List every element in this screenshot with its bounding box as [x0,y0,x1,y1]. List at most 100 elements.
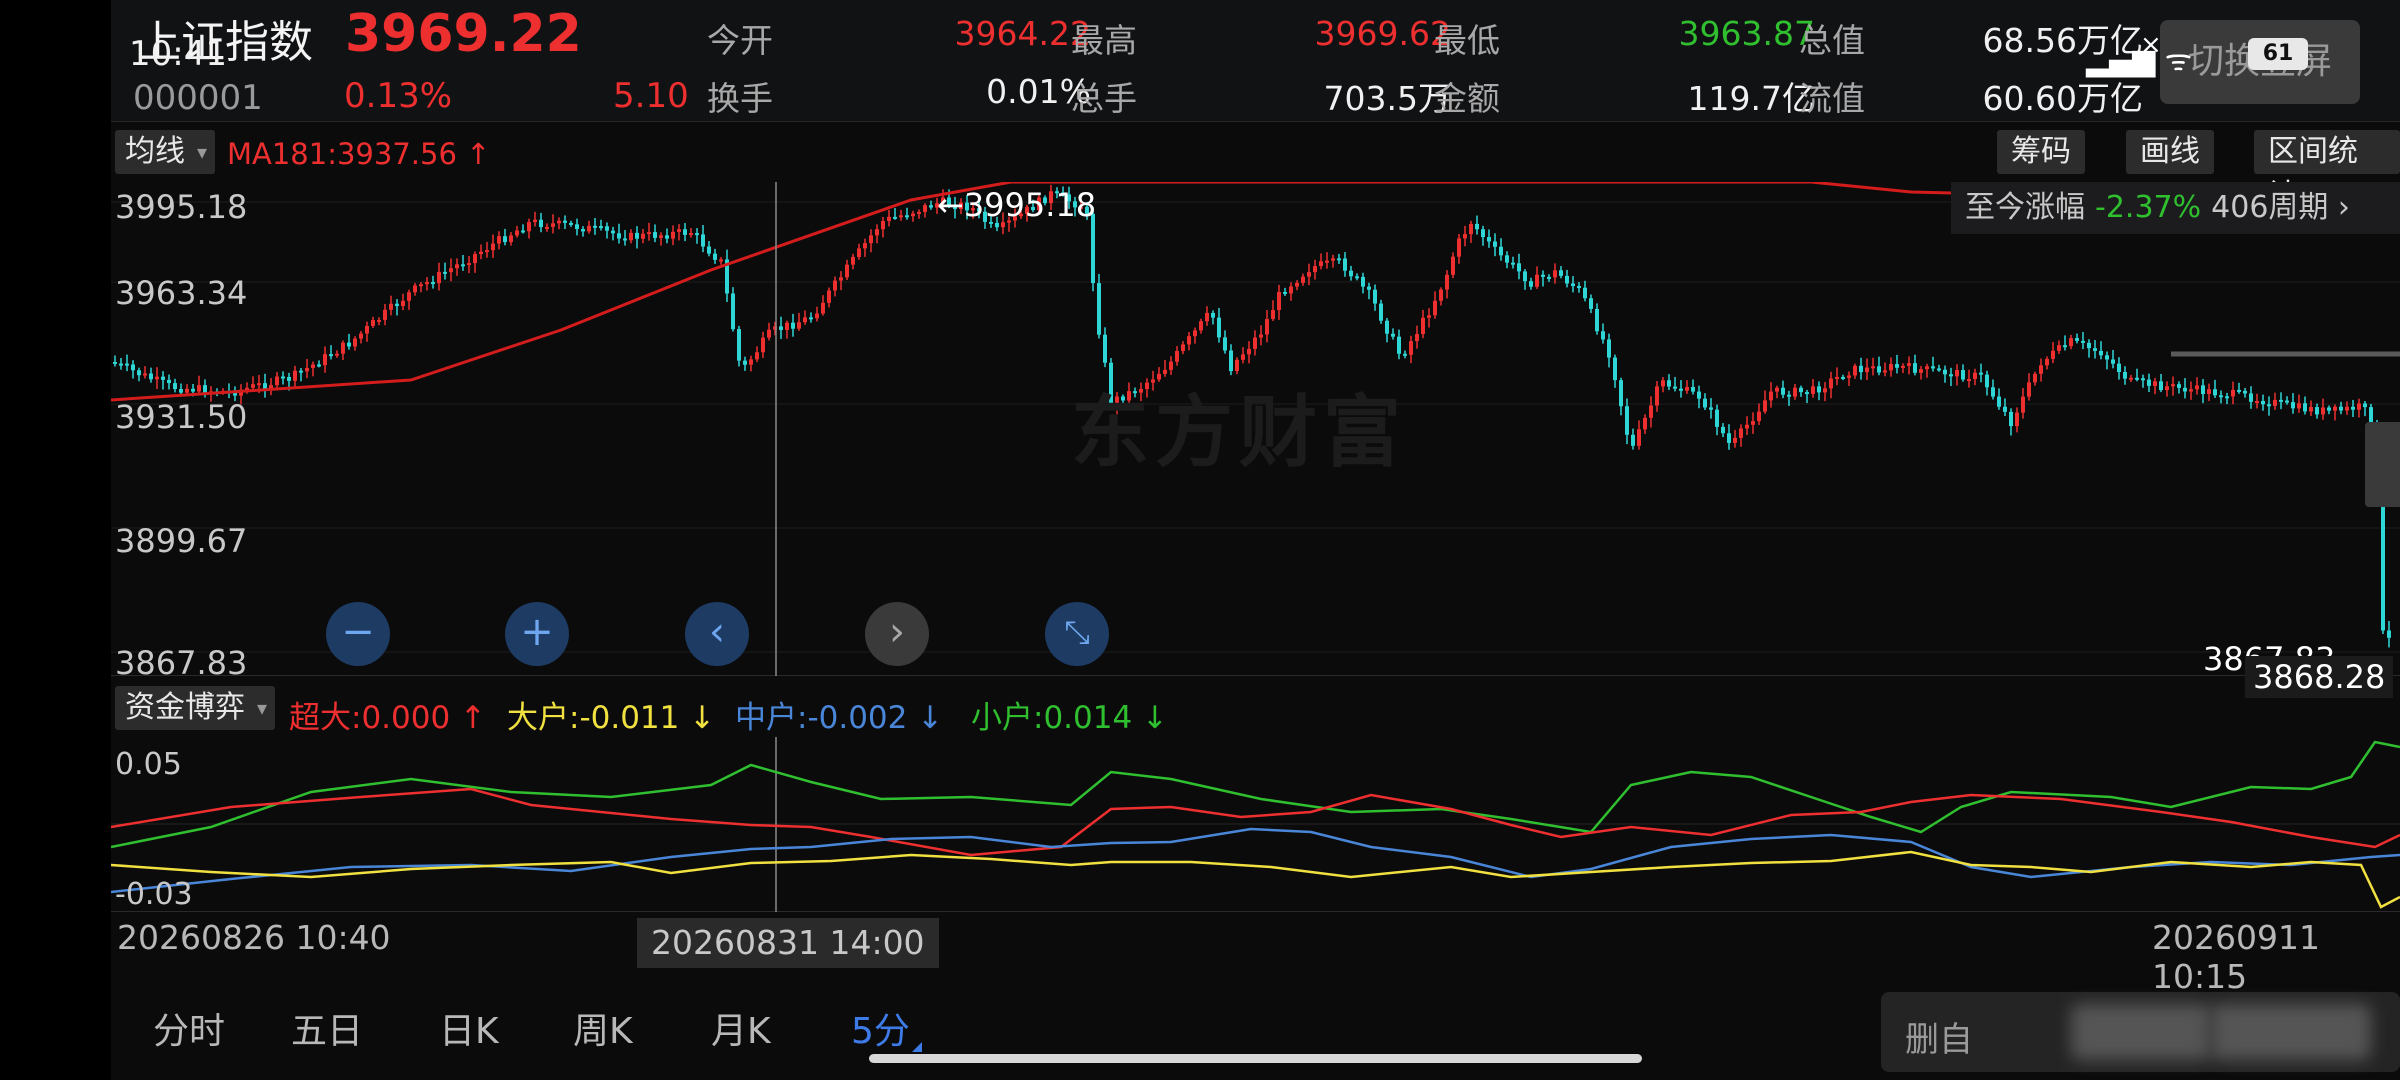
candle-body [1169,361,1173,370]
indicator-select-button[interactable]: 资金博弈 [115,686,275,730]
candle-body [1769,391,1773,401]
candle-body [1673,386,1677,389]
candle-body [659,235,663,238]
indicator-label-medium: 中户:-0.002 ↓ [735,700,944,736]
candle-body [1307,272,1311,277]
candle-body [1535,274,1539,287]
candle-body [1979,372,1983,375]
candle-body [1595,308,1599,332]
candle-body [401,300,405,307]
candle-body [2147,379,2151,386]
home-indicator[interactable] [869,1054,1642,1063]
candle-body [863,243,867,249]
candle-body [665,235,669,239]
candle-body [2141,378,2145,381]
candle-body [2183,387,2187,392]
scroll-right-button[interactable]: › [865,602,929,666]
quote-label-high: 最高 [1071,21,1137,60]
candlestick-chart[interactable]: 东方财富 3995.18 3963.34 3931.50 3899.67 386… [110,180,2400,698]
candle-body [683,229,687,235]
chips-button[interactable]: 筹码 [1997,130,2085,174]
candle-body [251,384,255,388]
candle-body [1427,315,1431,318]
candle-body [1859,365,1863,373]
max-price-annotation: ←3995.18 [937,186,1097,224]
candle-body [1205,312,1209,322]
zoom-in-button[interactable]: + [505,602,569,666]
candle-body [167,379,171,384]
candle-body [1679,388,1683,391]
ma-select-button[interactable]: 均线 [115,130,215,174]
candle-body [1589,298,1593,309]
candle-body [1181,344,1185,351]
candle-body [1403,353,1407,356]
candle-body [797,322,801,329]
draw-line-button[interactable]: 画线 [2126,130,2214,174]
candle-body [383,309,387,320]
candle-body [1877,366,1881,373]
candle-body [467,263,471,266]
candle-body [125,363,129,366]
candle-body [425,282,429,285]
range-change-box[interactable]: 至今涨幅 -2.37% 406周期 › [1951,182,2400,234]
candle-body [923,205,927,212]
candle-body [479,251,483,255]
range-stats-button[interactable]: 区间统计 [2254,130,2400,213]
candle-body [1559,270,1563,276]
candle-body [635,232,639,239]
candle-body [2189,389,2193,392]
scroll-left-button[interactable]: ‹ [685,602,749,666]
candle-body [197,385,201,392]
candle-body [1919,369,1923,373]
candle-body [161,376,165,380]
tab-daily-k[interactable]: 日K [439,1002,499,1054]
tab-5min[interactable]: 5分 [851,1002,922,1054]
tab-monthly-k[interactable]: 月K [711,1002,771,1054]
indicator-label-large: 大户:-0.011 ↓ [507,700,716,736]
candle-body [1721,426,1725,434]
candle-body [623,238,627,241]
candle-body [2105,355,2109,360]
delete-watchlist-button[interactable]: 删自 [1881,992,2400,1072]
candle-body [2213,389,2217,396]
candle-body [2171,384,2175,387]
tab-five-day[interactable]: 五日 [291,1002,363,1054]
candle-body [377,319,381,322]
change-percent: 0.13% [344,76,453,116]
candle-body [281,376,285,379]
tab-weekly-k[interactable]: 周K [573,1002,633,1054]
candle-body [305,367,309,372]
capital-flow-chart[interactable]: 0.05 -0.03 [110,737,2400,912]
zoom-out-button[interactable]: − [326,602,390,666]
candle-body [407,292,411,301]
candle-body [359,333,363,339]
candle-body [2087,342,2091,349]
candle-body [1343,258,1347,271]
candle-body [2111,359,2115,364]
x-axis-start: 20260826 10:40 [117,918,391,957]
candle-body [2363,403,2367,408]
candle-body [1367,286,1371,290]
candle-body [719,259,723,262]
candle-body [1577,286,1581,289]
candle-body [2009,411,2013,427]
candle-body [827,290,831,303]
candle-body [497,236,501,244]
candle-body [1355,276,1359,279]
candle-body [311,364,315,368]
capital-flow-plot [110,737,2400,912]
x-axis-cursor-label: 20260831 14:00 [637,918,939,968]
candle-body [1991,387,1995,397]
side-drawer-handle[interactable] [2365,422,2400,507]
candle-body [629,232,633,241]
tab-minute[interactable]: 分时 [153,1002,225,1054]
collapse-icon[interactable]: ⤡ [1045,602,1109,666]
quote-label-amount: 金额 [1434,79,1500,118]
candle-body [1103,334,1107,363]
candle-body [1283,291,1287,294]
candle-body [431,282,435,285]
candle-body [1727,433,1731,443]
candle-body [1313,266,1317,273]
candle-body [1817,386,1821,393]
candle-body [1949,374,1953,377]
